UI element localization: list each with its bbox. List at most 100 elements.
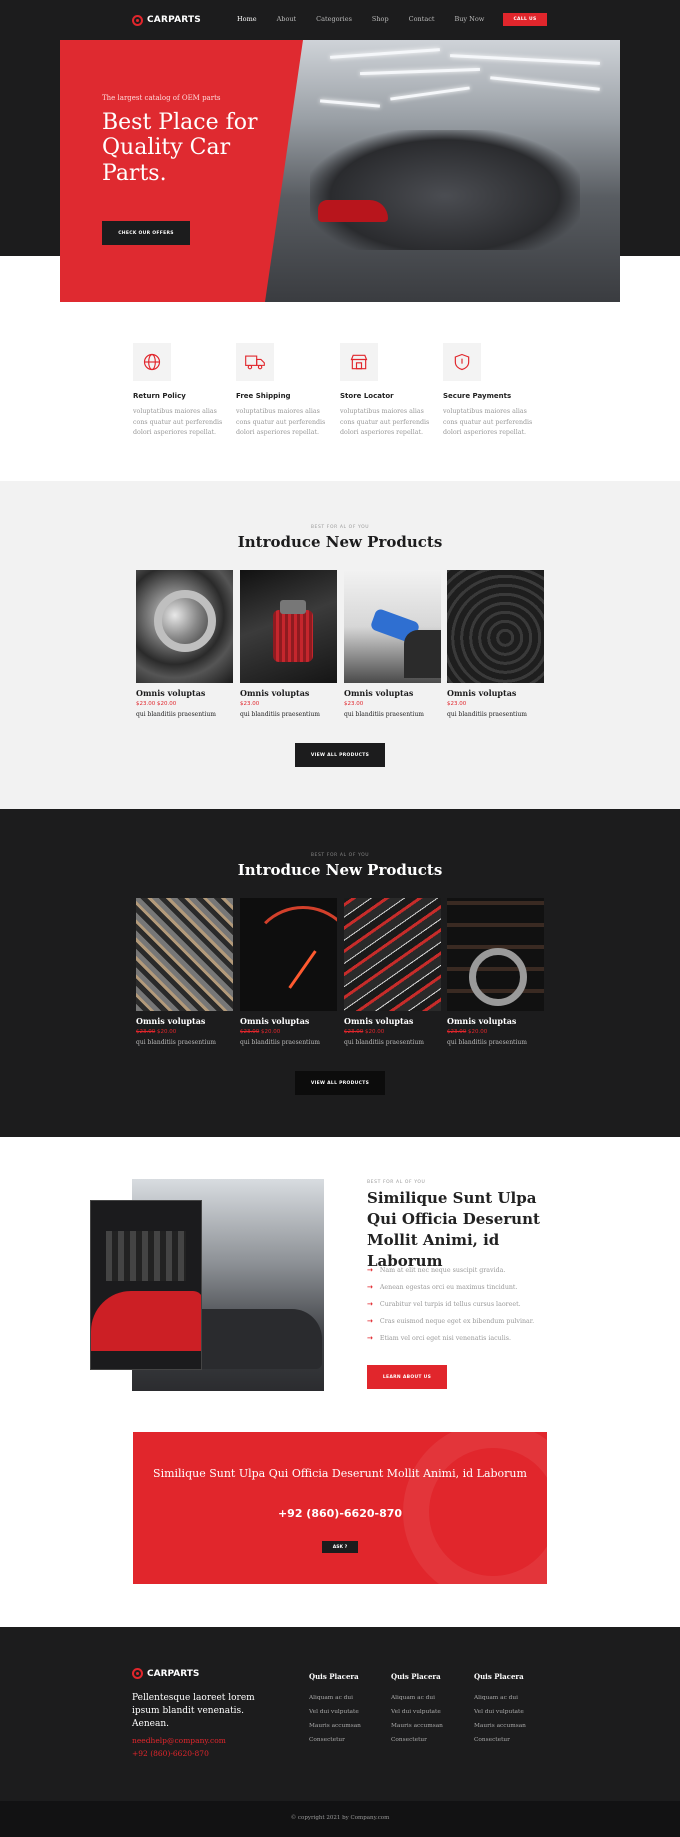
product-card[interactable]: Omnis voluptas $23.00 qui blanditiis pra… — [344, 570, 441, 718]
footer-link[interactable]: Vel dui vulputate — [391, 1709, 461, 1715]
footer-link[interactable]: Consectetur — [474, 1737, 544, 1743]
price-new: $20.00 — [261, 1029, 281, 1035]
price-old: $23.00 — [447, 1029, 467, 1035]
arrow-right-icon: → — [367, 1334, 373, 1342]
ceiling-light — [359, 67, 481, 76]
product-card[interactable]: Omnis voluptas $23.00 $20.00 qui blandit… — [447, 898, 544, 1046]
footer-link[interactable]: Mauris accumsan — [474, 1723, 544, 1729]
filter-shape — [273, 610, 313, 662]
nav-buy-now[interactable]: Buy Now — [454, 15, 484, 23]
footer-link[interactable]: Mauris accumsan — [391, 1723, 461, 1729]
feature-title: Return Policy — [133, 392, 186, 400]
gauge-ring — [248, 906, 337, 1011]
nav-contact[interactable]: Contact — [409, 15, 435, 23]
price-old: $23.00 — [344, 1029, 364, 1035]
section-title: Introduce New Products — [237, 533, 443, 551]
nav-home[interactable]: Home — [237, 15, 257, 23]
product-name: Omnis voluptas — [344, 1016, 414, 1026]
list-text: Aenean egestas orci eu maximus tincidunt… — [379, 1283, 518, 1291]
steering-wheel-icon — [132, 1668, 143, 1679]
hero-subtitle: The largest catalog of OEM parts — [102, 94, 221, 102]
product-card[interactable]: Omnis voluptas $23.00 qui blanditiis pra… — [240, 570, 337, 718]
footer-logo-text: CARPARTS — [147, 1668, 200, 1679]
product-card[interactable]: Omnis voluptas $23.00 $20.00 qui blandit… — [136, 898, 233, 1046]
product-desc: qui blanditiis praesentium — [447, 1039, 527, 1046]
copyright-text: © copyright 2021 by Company.com — [290, 1815, 390, 1821]
rim-shape — [469, 948, 527, 1006]
ask-button[interactable]: ASK ? — [322, 1541, 358, 1553]
footer-column-title: Quis Placera — [309, 1672, 359, 1681]
check-offers-button[interactable]: CHECK OUR OFFERS — [102, 221, 190, 245]
price-new: $20.00 — [157, 1029, 177, 1035]
product-card[interactable]: Omnis voluptas $23.00 qui blanditiis pra… — [447, 570, 544, 718]
footer-link[interactable]: Consectetur — [391, 1737, 461, 1743]
list-text: Curabitur vel turpis id tellus cursus la… — [379, 1300, 521, 1308]
feature-title: Store Locator — [340, 392, 394, 400]
nav-about[interactable]: About — [277, 15, 297, 23]
footer-phone[interactable]: +92 (860)-6620-870 — [132, 1749, 209, 1758]
arrow-right-icon: → — [367, 1317, 373, 1325]
footer-link[interactable]: Aliquam ac dui — [474, 1695, 544, 1701]
feature-store-locator: Store Locator voluptatibus maiores alias… — [340, 343, 430, 439]
main-nav: Home About Categories Shop Contact Buy N… — [237, 15, 504, 23]
feature-text: voluptatibus maiores alias cons quatur a… — [133, 408, 223, 436]
product-name: Omnis voluptas — [447, 1016, 517, 1026]
footer-link[interactable]: Vel dui vulputate — [309, 1709, 379, 1715]
product-name: Omnis voluptas — [344, 688, 414, 698]
product-card[interactable]: Omnis voluptas $23.00 $20.00 qui blandit… — [240, 898, 337, 1046]
about-kicker: BEST FOR AL OF YOU — [367, 1180, 426, 1185]
ceiling-light — [330, 48, 440, 59]
footer-column-title: Quis Placera — [391, 1672, 441, 1681]
feature-text: voluptatibus maiores alias cons quatur a… — [340, 408, 430, 436]
rims-rack-photo — [447, 898, 544, 1011]
product-card[interactable]: Omnis voluptas $23.00 $20.00 qui blandit… — [136, 570, 233, 718]
list-text: Nam at elit nec neque suscipit gravida. — [379, 1266, 506, 1274]
footer-link[interactable]: Mauris accumsan — [309, 1723, 379, 1729]
list-item: → Aenean egestas orci eu maximus tincidun… — [367, 1283, 517, 1291]
view-all-products-button[interactable]: VIEW ALL PRODUCTS — [295, 743, 385, 767]
product-desc: qui blanditiis praesentium — [136, 711, 216, 718]
feature-secure-payments: Secure Payments voluptatibus maiores ali… — [443, 343, 533, 439]
footer-link[interactable]: Aliquam ac dui — [309, 1695, 379, 1701]
cta-phone[interactable]: +92 (860)-6620-870 — [133, 1507, 547, 1520]
ceiling-light — [450, 54, 600, 65]
feature-text: voluptatibus maiores alias cons quatur a… — [236, 408, 326, 436]
cta-banner: Similique Sunt Ulpa Qui Officia Deserunt… — [133, 1432, 547, 1584]
store-icon — [340, 343, 378, 381]
logo[interactable]: CARPARTS — [132, 13, 201, 27]
product-price: $23.00 $20.00 — [136, 701, 177, 707]
footer-description: Pellentesque laoreet lorem ipsum blandit… — [132, 1693, 255, 1729]
view-all-products-button[interactable]: VIEW ALL PRODUCTS — [295, 1071, 385, 1095]
feature-text: voluptatibus maiores alias cons quatur a… — [443, 408, 533, 436]
hero-banner: The largest catalog of OEM parts Best Pl… — [60, 40, 620, 302]
product-name: Omnis voluptas — [136, 1016, 206, 1026]
learn-about-us-button[interactable]: LEARN ABOUT US — [367, 1365, 447, 1389]
footer-link[interactable]: Aliquam ac dui — [391, 1695, 461, 1701]
footer-logo[interactable]: CARPARTS — [132, 1668, 199, 1679]
footer-column: Quis Placera Aliquam ac dui Vel dui vulp… — [474, 1672, 544, 1743]
product-price: $23.00 $20.00 — [447, 1029, 544, 1035]
section-kicker: BEST FOR AL OF YOU — [310, 853, 370, 858]
price-old: $23.00 — [136, 1029, 156, 1035]
product-card[interactable]: Omnis voluptas $23.00 $20.00 qui blandit… — [344, 898, 441, 1046]
product-price: $23.00 $20.00 — [136, 1029, 233, 1035]
price-old: $23.00 — [240, 1029, 260, 1035]
footer-email[interactable]: needhelp@company.com — [132, 1736, 226, 1745]
section-kicker: BEST FOR AL OF YOU — [310, 525, 370, 530]
fuel-nozzle-photo — [344, 570, 441, 683]
hero-title: Best Place for Quality Car Parts. — [102, 110, 258, 186]
list-item: → Cras euismod neque eget ex bibendum pul… — [367, 1317, 534, 1325]
call-us-button[interactable]: CALL US — [503, 13, 547, 26]
footer-link[interactable]: Vel dui vulputate — [474, 1709, 544, 1715]
nav-categories[interactable]: Categories — [316, 15, 352, 23]
product-desc: qui blanditiis praesentium — [344, 711, 424, 718]
list-item: → Nam at elit nec neque suscipit gravida. — [367, 1266, 505, 1274]
ceiling-light — [319, 99, 381, 108]
feature-free-shipping: Free Shipping voluptatibus maiores alias… — [236, 343, 326, 439]
feature-title: Free Shipping — [236, 392, 291, 400]
product-price: $23.00 — [447, 701, 467, 707]
footer-link[interactable]: Consectetur — [309, 1737, 379, 1743]
ceiling-light — [490, 76, 600, 91]
product-desc: qui blanditiis praesentium — [240, 711, 320, 718]
nav-shop[interactable]: Shop — [372, 15, 389, 23]
